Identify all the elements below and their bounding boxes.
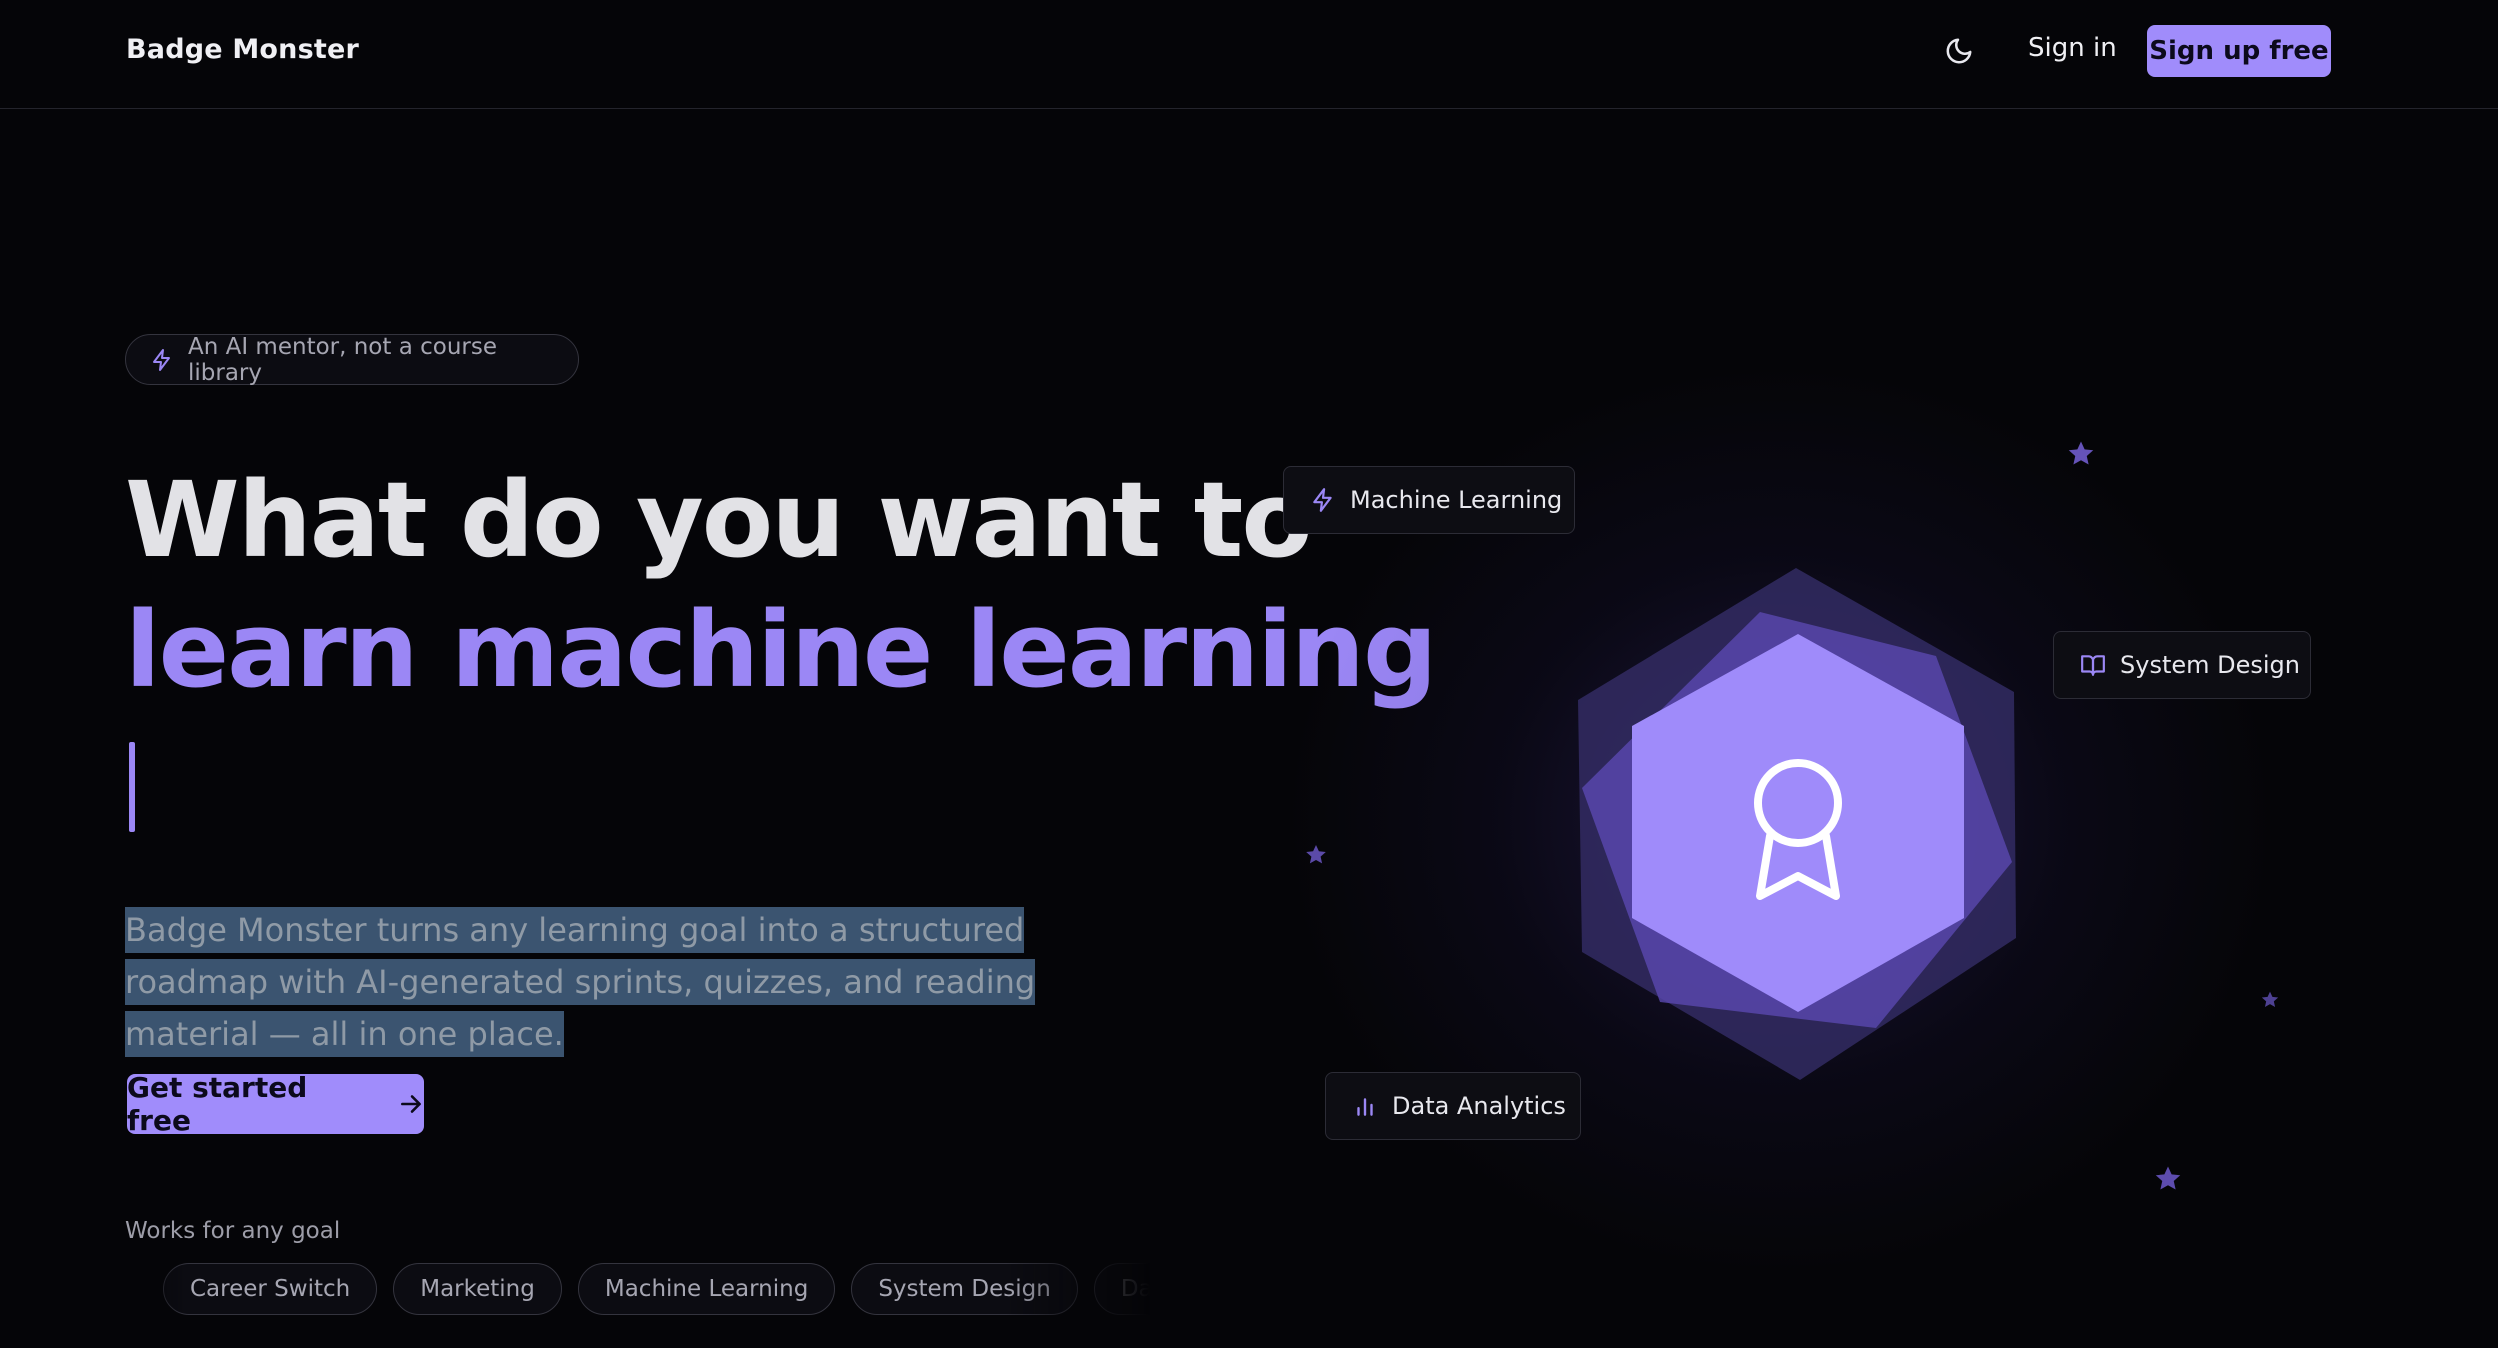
sign-in-link[interactable]: Sign in [2028,33,2117,63]
star-icon [1306,845,1326,864]
tag-machine-learning: Machine Learning [1283,466,1575,534]
goal-chip[interactable]: System Design [851,1263,1078,1315]
lightning-icon [1313,488,1332,512]
typing-caret [129,742,135,832]
goal-chips-marquee: Career Switch Marketing Machine Learning… [125,1263,1150,1315]
star-icon [2155,1166,2181,1190]
star-icon [2068,441,2094,465]
sign-up-button[interactable]: Sign up free [2147,25,2331,77]
get-started-label: Get started free [127,1071,308,1137]
landing-page: Badge Monster Sign in Sign up free An AI… [0,0,2498,1348]
star-icon [2261,991,2279,1007]
get-started-button[interactable]: Get started free [127,1071,424,1137]
tag-data-analytics: Data Analytics [1325,1072,1581,1140]
headline-line-1: What do you want to [125,459,1313,581]
badge-illustration [1560,560,2040,1090]
tag-label: Machine Learning [1350,486,1563,514]
lightning-icon [152,348,170,371]
goal-chip[interactable]: Data Analytics [1093,1263,1150,1315]
hero-description-text: Badge Monster turns any learning goal in… [125,907,1036,1057]
headline-line-2-typed: learn machine learning [125,589,1437,711]
top-nav: Badge Monster Sign in Sign up free [0,0,2498,109]
hero-badge-pill: An AI mentor, not a course library [125,333,579,386]
hero-badge-text: An AI mentor, not a course library [187,333,498,386]
book-open-icon [2081,655,2105,676]
goal-chip[interactable]: Machine Learning [577,1263,836,1315]
tag-system-design: System Design [2053,631,2311,699]
bar-chart-icon [1357,1098,1373,1116]
goal-chip[interactable]: Marketing [393,1263,562,1315]
tag-label: System Design [2120,651,2300,679]
hero-description: Badge Monster turns any learning goal in… [125,904,1155,1060]
arrow-right-icon [401,1095,421,1113]
brand-logo[interactable]: Badge Monster [126,34,359,65]
hero-headline: What do you want to learn machine learni… [125,455,1437,715]
goal-chip[interactable]: Career Switch [163,1263,378,1315]
moon-icon [1946,38,1972,64]
tag-label: Data Analytics [1392,1092,1566,1120]
works-for-label: Works for any goal [125,1218,341,1244]
theme-toggle-button[interactable] [1942,34,1976,68]
